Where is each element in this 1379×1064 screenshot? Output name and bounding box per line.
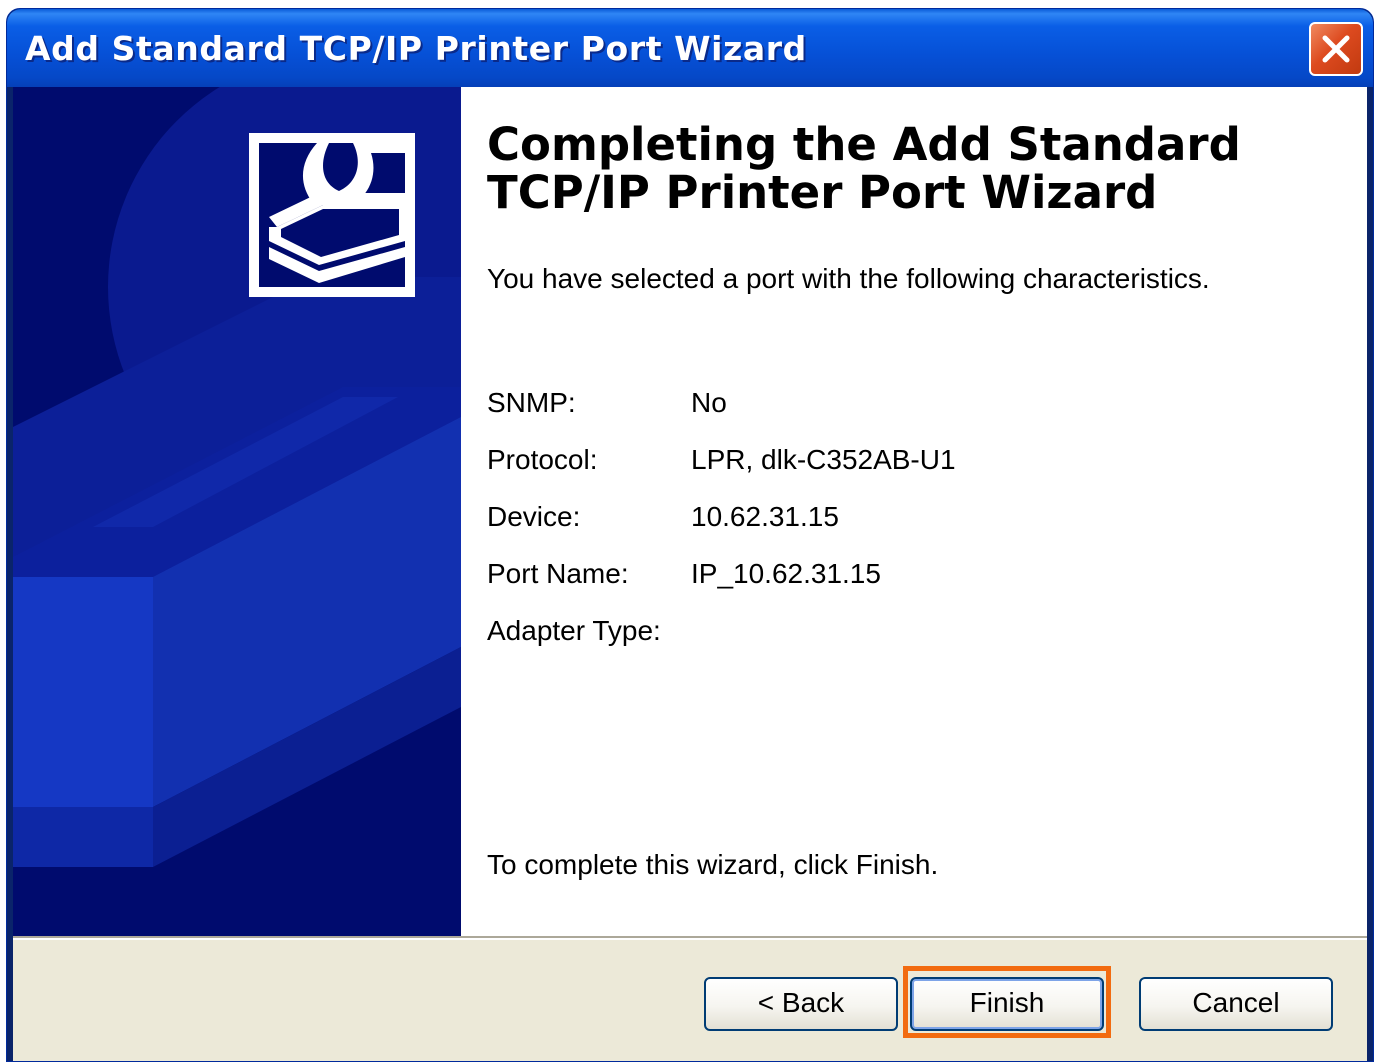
property-value: 10.62.31.15 xyxy=(691,501,839,532)
property-label: Device: xyxy=(487,501,581,532)
button-bar-separator xyxy=(13,936,1367,940)
back-button[interactable]: < Back xyxy=(704,977,898,1031)
property-label: Port Name: xyxy=(487,558,629,589)
close-x-icon xyxy=(1322,35,1350,63)
wizard-frame: Completing the Add Standard TCP/IP Print… xyxy=(13,87,1367,1061)
cancel-button[interactable]: Cancel xyxy=(1139,977,1333,1031)
property-label: SNMP: xyxy=(487,387,576,418)
intro-text: You have selected a port with the follow… xyxy=(487,263,1210,294)
property-value: LPR, dlk-C352AB-U1 xyxy=(691,444,956,475)
title-bar[interactable]: Add Standard TCP/IP Printer Port Wizard xyxy=(7,9,1373,87)
wizard-content: Completing the Add Standard TCP/IP Print… xyxy=(461,87,1367,936)
finish-button[interactable]: Finish xyxy=(910,977,1104,1031)
property-value: No xyxy=(691,387,727,418)
property-label: Adapter Type: xyxy=(487,615,661,646)
window-title: Add Standard TCP/IP Printer Port Wizard xyxy=(25,29,807,68)
wizard-side-banner xyxy=(13,87,461,936)
wizard-window: Add Standard TCP/IP Printer Port Wizard xyxy=(6,8,1374,1062)
close-button[interactable] xyxy=(1309,22,1363,76)
printer-icon xyxy=(269,143,405,283)
property-label: Protocol: xyxy=(487,444,598,475)
property-value: IP_10.62.31.15 xyxy=(691,558,881,589)
finish-instruction: To complete this wizard, click Finish. xyxy=(487,849,939,880)
wizard-printer-logo xyxy=(249,133,415,297)
page-heading: Completing the Add Standard TCP/IP Print… xyxy=(487,118,1241,219)
